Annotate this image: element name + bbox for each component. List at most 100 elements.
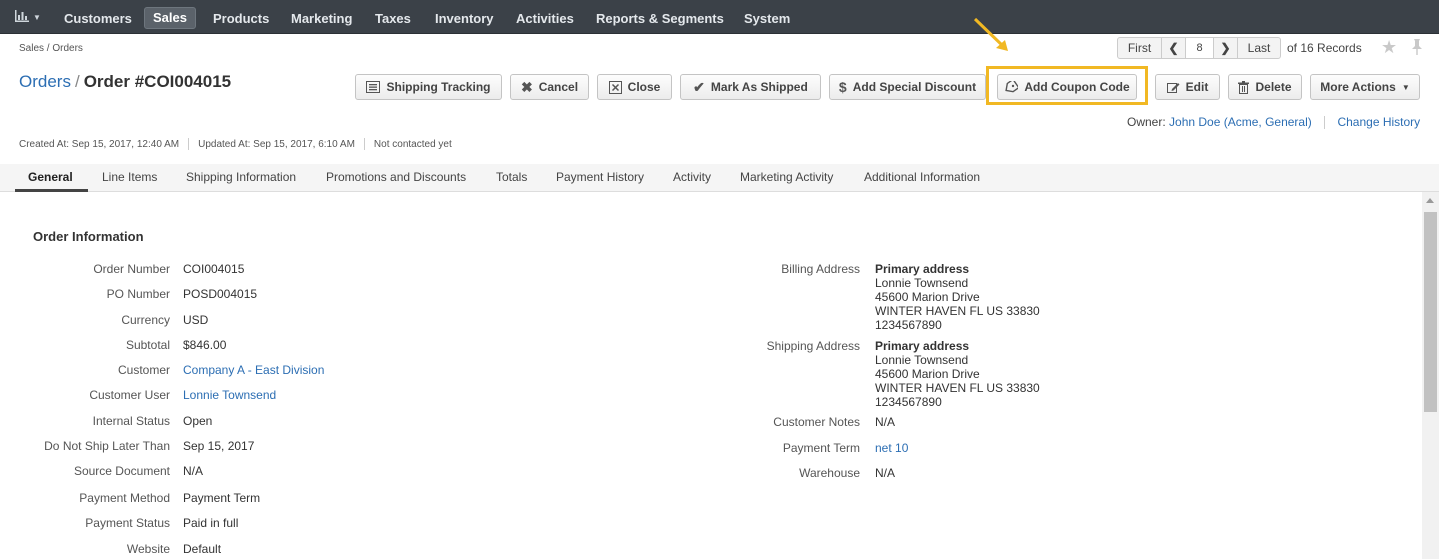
updated-at: Updated At: Sep 15, 2017, 6:10 AM xyxy=(198,138,355,150)
field-value: Payment Term xyxy=(183,491,261,505)
nav-taxes[interactable]: Taxes xyxy=(367,8,419,29)
times-icon: ✖ xyxy=(520,78,533,95)
nav-system[interactable]: System xyxy=(736,8,798,29)
field-label: Billing Address xyxy=(781,262,860,276)
address-name: Lonnie Townsend xyxy=(875,276,969,290)
close-button[interactable]: Close xyxy=(597,74,672,100)
nav-activities[interactable]: Activities xyxy=(508,8,582,29)
scroll-up-icon[interactable] xyxy=(1426,198,1434,203)
mark-shipped-label: Mark As Shipped xyxy=(710,80,808,94)
edit-button[interactable]: Edit xyxy=(1155,74,1220,100)
tab-general[interactable]: General xyxy=(28,170,73,184)
pin-icon[interactable] xyxy=(1411,39,1423,58)
field-value: Sep 15, 2017 xyxy=(183,439,255,453)
order-title: Order #COI004015 xyxy=(83,72,232,91)
customer-user-link[interactable]: Lonnie Townsend xyxy=(183,388,276,402)
field-value: Open xyxy=(183,414,213,428)
customer-link[interactable]: Company A - East Division xyxy=(183,363,324,377)
nav-products[interactable]: Products xyxy=(205,8,277,29)
nav-reports-segments[interactable]: Reports & Segments xyxy=(588,8,732,29)
address-phone: 1234567890 xyxy=(875,395,942,409)
nav-marketing[interactable]: Marketing xyxy=(283,8,360,29)
field-label: Internal Status xyxy=(92,414,170,428)
field-label: Order Number xyxy=(93,262,170,276)
shipping-tracking-label: Shipping Tracking xyxy=(386,80,491,94)
address-title: Primary address xyxy=(875,262,970,276)
tab-line-items[interactable]: Line Items xyxy=(102,170,157,184)
address-title: Primary address xyxy=(875,339,970,353)
field-label: Do Not Ship Later Than xyxy=(44,439,170,453)
pager-page-input[interactable]: 8 xyxy=(1186,38,1214,58)
address-street: 45600 Marion Drive xyxy=(875,367,980,381)
field-label: Customer Notes xyxy=(773,415,860,429)
field-label: Customer xyxy=(117,363,170,377)
field-label: Customer User xyxy=(89,388,170,402)
pager-prev-button[interactable]: ❮ xyxy=(1162,38,1186,58)
vertical-scrollbar[interactable] xyxy=(1422,192,1439,559)
address-city: WINTER HAVEN FL US 33830 xyxy=(875,381,1040,395)
field-label: Payment Term xyxy=(782,441,860,455)
owner-link[interactable]: John Doe (Acme, General) xyxy=(1169,115,1312,129)
page-title: Orders / Order #COI004015 xyxy=(19,72,231,92)
breadcrumb[interactable]: Sales / Orders xyxy=(19,43,83,54)
billing-address: Primary address Lonnie Townsend 45600 Ma… xyxy=(875,262,1040,332)
field-value: N/A xyxy=(875,466,896,480)
field-value: N/A xyxy=(183,464,204,478)
chevron-left-icon: ❮ xyxy=(1168,41,1179,55)
close-label: Close xyxy=(627,80,661,94)
delete-label: Delete xyxy=(1255,80,1292,94)
dashboard-menu[interactable]: ▼ xyxy=(8,5,48,29)
dollar-icon: $ xyxy=(838,79,847,95)
record-meta: Created At: Sep 15, 2017, 12:40 AM Updat… xyxy=(19,138,452,150)
contacted-status: Not contacted yet xyxy=(373,138,452,150)
pager-next-button[interactable]: ❯ xyxy=(1214,38,1238,58)
divider xyxy=(188,138,190,150)
field-label: Payment Status xyxy=(85,516,170,530)
nav-inventory[interactable]: Inventory xyxy=(427,8,502,29)
star-icon[interactable]: ★ xyxy=(1381,37,1397,58)
delete-button[interactable]: Delete xyxy=(1228,74,1302,100)
field-value: USD xyxy=(183,313,209,327)
change-history-link[interactable]: Change History xyxy=(1337,115,1420,129)
tab-shipping-information[interactable]: Shipping Information xyxy=(186,170,296,184)
annotation-arrow-icon xyxy=(972,16,1014,59)
tab-marketing-activity[interactable]: Marketing Activity xyxy=(740,170,833,184)
mark-as-shipped-button[interactable]: ✔ Mark As Shipped xyxy=(680,74,821,100)
tab-activity[interactable]: Activity xyxy=(673,170,711,184)
shipping-tracking-button[interactable]: Shipping Tracking xyxy=(355,74,502,100)
trash-icon xyxy=(1238,80,1250,94)
payment-term-link[interactable]: net 10 xyxy=(875,441,908,455)
scroll-thumb[interactable] xyxy=(1424,212,1437,412)
tab-payment-history[interactable]: Payment History xyxy=(556,170,644,184)
field-label: Subtotal xyxy=(125,338,170,352)
top-navigation: ▼ Customers Sales Products Marketing Tax… xyxy=(0,0,1439,34)
created-at: Created At: Sep 15, 2017, 12:40 AM xyxy=(19,138,180,150)
tab-promotions-discounts[interactable]: Promotions and Discounts xyxy=(326,170,466,184)
section-tabs: General Line Items Shipping Information … xyxy=(0,164,1439,192)
divider xyxy=(1324,116,1326,130)
nav-sales[interactable]: Sales xyxy=(144,7,196,29)
pager-last-button[interactable]: Last xyxy=(1238,38,1280,58)
caret-down-icon: ▼ xyxy=(33,12,41,22)
tab-totals[interactable]: Totals xyxy=(496,170,527,184)
field-value: Paid in full xyxy=(183,516,239,530)
address-name: Lonnie Townsend xyxy=(875,353,969,367)
cancel-button[interactable]: ✖ Cancel xyxy=(510,74,589,100)
title-separator: / xyxy=(74,72,80,91)
more-actions-label: More Actions xyxy=(1320,80,1396,94)
address-phone: 1234567890 xyxy=(875,318,942,332)
owner-line: Owner: John Doe (Acme, General) Change H… xyxy=(1127,115,1420,130)
pager-first-button[interactable]: First xyxy=(1118,38,1162,58)
add-special-discount-button[interactable]: $ Add Special Discount xyxy=(829,74,986,100)
more-actions-button[interactable]: More Actions ▼ xyxy=(1310,74,1420,100)
chevron-right-icon: ❯ xyxy=(1220,41,1231,55)
tab-additional-information[interactable]: Additional Information xyxy=(864,170,980,184)
records-count: of 16 Records xyxy=(1287,41,1362,55)
field-value: Default xyxy=(183,542,222,556)
orders-link[interactable]: Orders xyxy=(19,72,71,91)
field-value: COI004015 xyxy=(183,262,245,276)
address-city: WINTER HAVEN FL US 33830 xyxy=(875,304,1040,318)
add-discount-label: Add Special Discount xyxy=(852,80,977,94)
address-street: 45600 Marion Drive xyxy=(875,290,980,304)
nav-customers[interactable]: Customers xyxy=(56,8,140,29)
